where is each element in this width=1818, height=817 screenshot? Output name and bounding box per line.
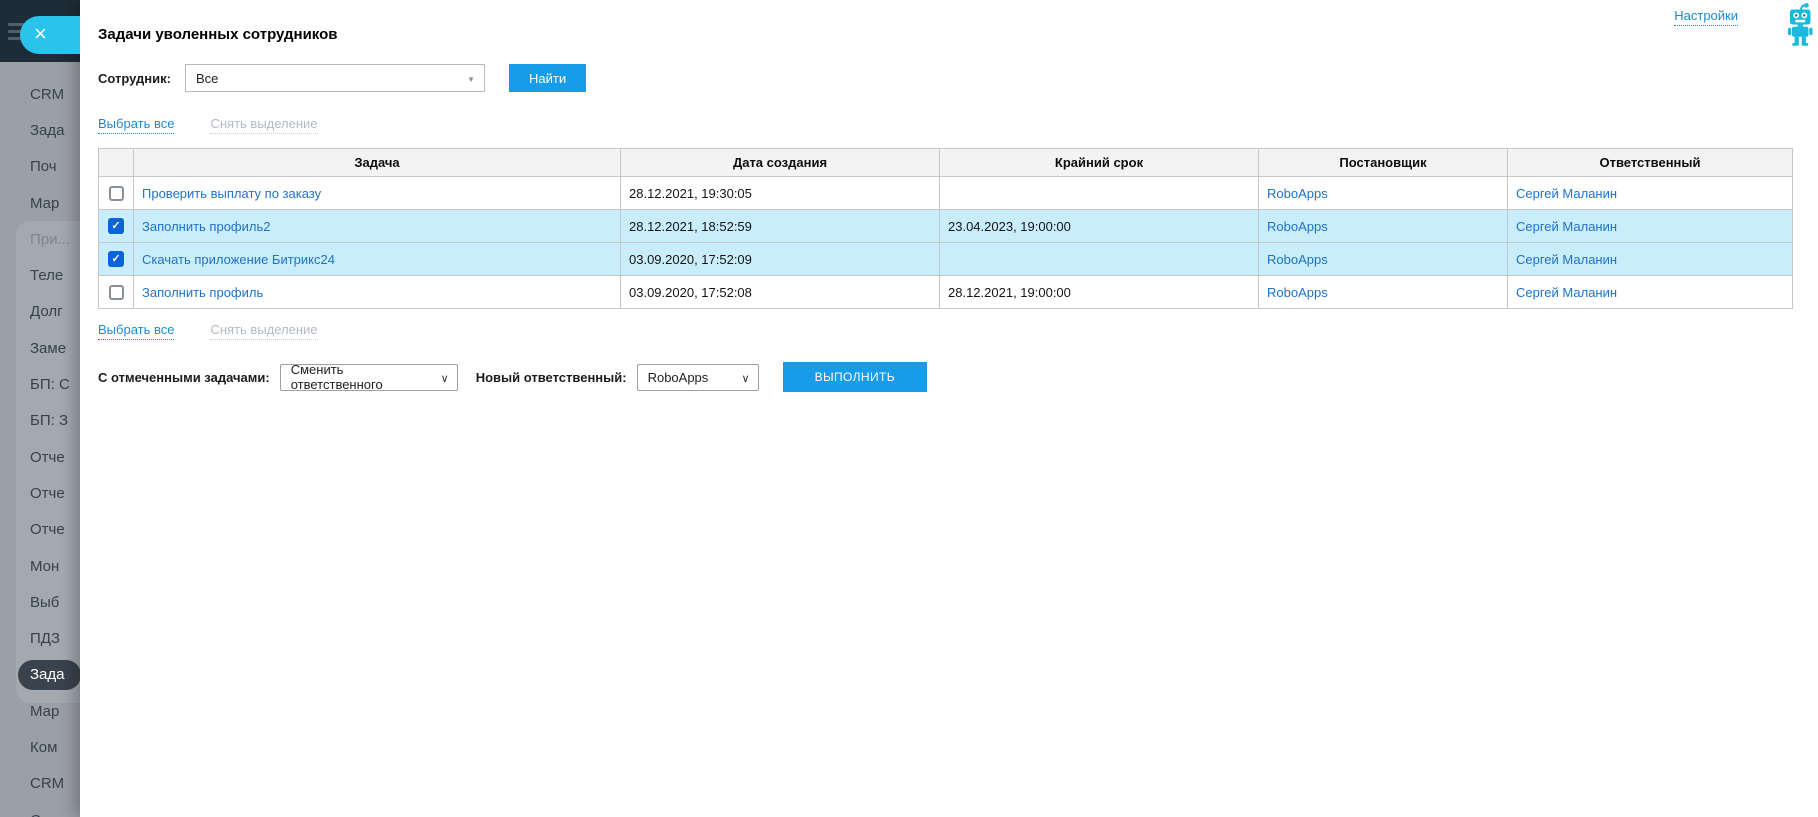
sidebar-item[interactable]: Отче	[0, 512, 80, 548]
dropdown-arrow-icon: ▼	[467, 75, 475, 84]
column-header: Задача	[133, 148, 621, 177]
select-all-link[interactable]: Выбрать все	[98, 322, 175, 340]
sidebar-item[interactable]: Ком	[0, 729, 80, 765]
deadline-date: 28.12.2021, 19:00:00	[939, 275, 1259, 309]
column-header: Крайний срок	[939, 148, 1259, 177]
task-link[interactable]: Проверить выплату по заказу	[142, 186, 321, 201]
column-header: Дата создания	[620, 148, 940, 177]
table-header-row: Задача Дата создания Крайний срок Постановщ…	[98, 148, 1793, 177]
sidebar-item[interactable]: CRM	[0, 766, 80, 802]
sidebar-item[interactable]: Мар	[0, 693, 80, 729]
checkbox-column-header	[98, 148, 134, 177]
with-tasks-label: С отмеченными задачами:	[98, 369, 270, 385]
slider-close-button[interactable]: ×	[20, 16, 80, 54]
sidebar-item[interactable]: Мар	[0, 185, 80, 221]
tasks-table: Задача Дата создания Крайний срок Постановщ…	[98, 148, 1793, 309]
row-checkbox[interactable]	[108, 186, 124, 202]
sidebar-item[interactable]: Сиг	[0, 802, 80, 817]
roboapps-robot-icon	[1788, 3, 1813, 46]
sidebar-item[interactable]: Зада	[18, 659, 80, 690]
sidebar-item[interactable]: Отче	[0, 439, 80, 475]
new-responsible-label: Новый ответственный:	[475, 369, 627, 385]
task-row: ✓ Скачать приложение Битрикс24 03.09.2020,…	[98, 242, 1793, 276]
execute-button[interactable]: ВЫПОЛНИТЬ	[782, 362, 928, 392]
deselect-all-link: Снять выделение	[210, 322, 318, 340]
search-button[interactable]: Найти	[508, 64, 587, 92]
close-icon: ×	[34, 21, 47, 46]
task-row: Заполнить профиль 03.09.2020, 17:52:08 28.…	[98, 275, 1793, 309]
sidebar-item[interactable]: БП: С	[0, 366, 80, 402]
sidebar-item[interactable]: Мон	[0, 548, 80, 584]
sidebar-item[interactable]: Выб	[0, 584, 80, 620]
row-checkbox[interactable]: ✓	[108, 218, 124, 235]
employee-select-value: Все	[195, 70, 219, 86]
row-checkbox[interactable]	[108, 285, 124, 301]
new-responsible-select[interactable]: RoboApps ∨	[636, 363, 759, 391]
created-date: 28.12.2021, 19:30:05	[620, 176, 940, 210]
actions-row: С отмеченными задачами: Сменить ответств…	[98, 362, 1792, 392]
left-menu: CRM Зада Поч Мар При... Теле Долг Заме БП: С БП: …	[0, 76, 80, 817]
deadline-date	[939, 242, 1259, 276]
created-date: 03.09.2020, 17:52:09	[620, 242, 940, 276]
sidebar-item[interactable]: Отче	[0, 475, 80, 511]
sidebar-item[interactable]: При...	[0, 221, 80, 257]
employee-label: Сотрудник:	[98, 70, 171, 86]
slider-content: Задачи уволенных сотрудников Сотрудник: …	[80, 0, 1818, 392]
task-link[interactable]: Заполнить профиль	[142, 285, 263, 300]
deadline-date: 23.04.2023, 19:00:00	[939, 209, 1259, 243]
action-select[interactable]: Сменить ответственного ∨	[279, 362, 458, 392]
task-link[interactable]: Скачать приложение Битрикс24	[142, 252, 335, 267]
employee-select[interactable]: Все ▼	[184, 64, 485, 92]
task-row: Проверить выплату по заказу 28.12.2021, 1…	[98, 176, 1793, 210]
created-date: 03.09.2020, 17:52:08	[620, 275, 940, 309]
chevron-down-icon: ∨	[440, 372, 449, 385]
select-all-link[interactable]: Выбрать все	[98, 116, 175, 134]
background-page: CRM Зада Поч Мар При... Теле Долг Заме БП: С БП: …	[0, 0, 80, 817]
selection-links-top: Выбрать все Снять выделение	[98, 116, 1792, 134]
chevron-down-icon: ∨	[741, 372, 750, 385]
page-title: Задачи уволенных сотрудников	[98, 26, 338, 43]
column-header: Ответственный	[1507, 148, 1793, 177]
new-responsible-select-value: RoboApps	[647, 369, 709, 385]
sidebar-item[interactable]: Зада	[0, 112, 80, 148]
settings-link[interactable]: Настройки	[1674, 8, 1738, 26]
sidebar-item[interactable]: Поч	[0, 149, 80, 185]
responsible-link[interactable]: Сергей Маланин	[1516, 252, 1617, 267]
slider-panel: Настройки Задачи уволенных сотрудников С…	[80, 0, 1818, 817]
responsible-link[interactable]: Сергей Маланин	[1516, 186, 1617, 201]
column-header: Постановщик	[1258, 148, 1508, 177]
author-link[interactable]: RoboApps	[1267, 252, 1328, 267]
author-link[interactable]: RoboApps	[1267, 285, 1328, 300]
sidebar-item[interactable]: ПДЗ	[0, 620, 80, 656]
sidebar-item[interactable]: Заме	[0, 330, 80, 366]
selection-links-bottom: Выбрать все Снять выделение	[98, 322, 1792, 340]
author-link[interactable]: RoboApps	[1267, 186, 1328, 201]
task-link[interactable]: Заполнить профиль2	[142, 219, 270, 234]
deadline-date	[939, 176, 1259, 210]
responsible-link[interactable]: Сергей Маланин	[1516, 285, 1617, 300]
row-checkbox[interactable]: ✓	[108, 251, 124, 268]
action-select-value: Сменить ответственного	[290, 362, 383, 392]
sidebar-item[interactable]: Долг	[0, 294, 80, 330]
filter-row: Сотрудник: Все ▼ Найти	[98, 64, 1792, 92]
task-row: ✓ Заполнить профиль2 28.12.2021, 18:52:59 2…	[98, 209, 1793, 243]
author-link[interactable]: RoboApps	[1267, 219, 1328, 234]
sidebar-item[interactable]: БП: З	[0, 403, 80, 439]
sidebar-item[interactable]: CRM	[0, 76, 80, 112]
created-date: 28.12.2021, 18:52:59	[620, 209, 940, 243]
responsible-link[interactable]: Сергей Маланин	[1516, 219, 1617, 234]
sidebar-item[interactable]: Теле	[0, 257, 80, 293]
deselect-all-link: Снять выделение	[210, 116, 318, 134]
